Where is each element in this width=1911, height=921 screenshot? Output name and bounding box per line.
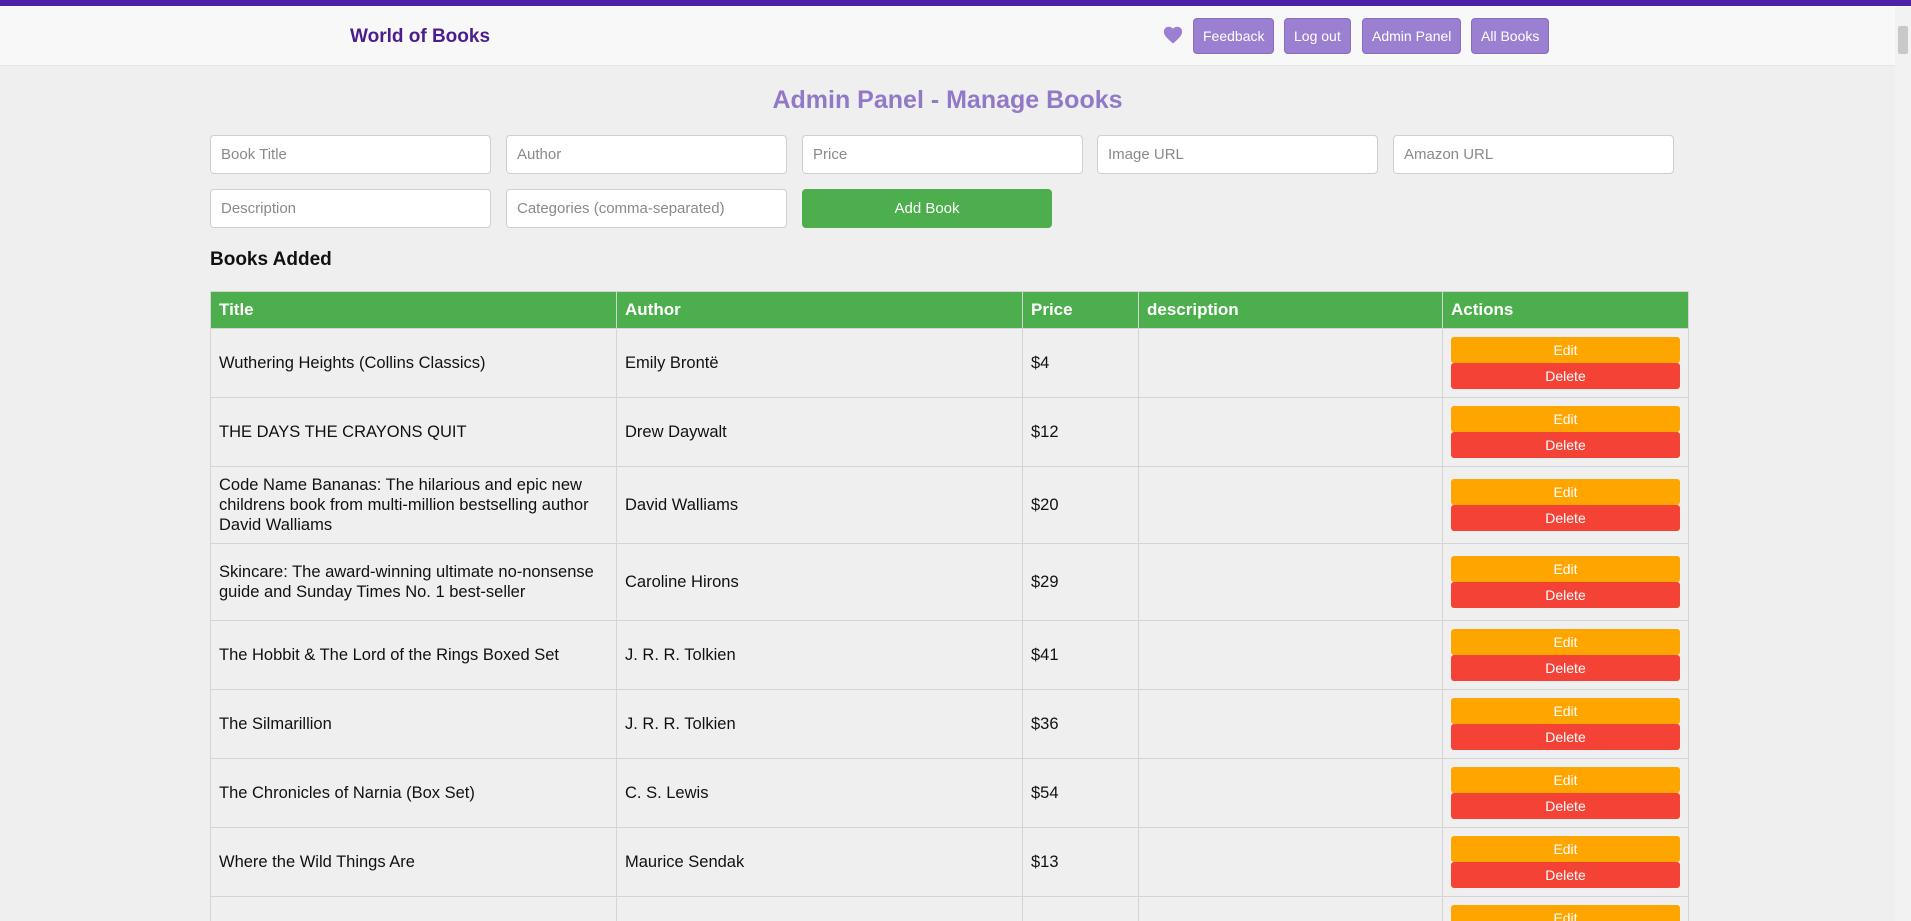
actions-cell: Edit Delete	[1442, 466, 1689, 544]
navbar: World of Books Feedback Log out Admin Pa…	[0, 6, 1895, 66]
book-price-cell: $29	[1022, 543, 1139, 621]
delete-button[interactable]: Delete	[1451, 432, 1680, 458]
delete-button[interactable]: Delete	[1451, 655, 1680, 681]
book-price-cell: $41	[1022, 620, 1139, 690]
book-author-cell: Maurice Sendak	[616, 827, 1023, 897]
edit-button[interactable]: Edit	[1451, 406, 1680, 432]
column-header-price: Price	[1022, 291, 1139, 329]
amazon-url-input[interactable]	[1393, 135, 1674, 174]
book-description-cell	[1138, 620, 1443, 690]
book-title-cell: The Chronicles of Narnia (Box Set)	[210, 758, 617, 828]
table-row: The Hobbit & The Lord of the Rings Boxed…	[210, 620, 1689, 690]
table-row: Edit Delete	[210, 896, 1689, 921]
scrollbar[interactable]	[1895, 6, 1911, 921]
books-section-title: Books Added	[210, 249, 332, 270]
table-row: Code Name Bananas: The hilarious and epi…	[210, 466, 1689, 544]
book-author-cell: David Walliams	[616, 466, 1023, 544]
delete-button[interactable]: Delete	[1451, 862, 1680, 888]
book-title-cell: The Hobbit & The Lord of the Rings Boxed…	[210, 620, 617, 690]
edit-button[interactable]: Edit	[1451, 479, 1680, 505]
book-title-cell: The Silmarillion	[210, 689, 617, 759]
book-author-cell: C. S. Lewis	[616, 758, 1023, 828]
book-title-cell: THE DAYS THE CRAYONS QUIT	[210, 397, 617, 467]
edit-button[interactable]: Edit	[1451, 337, 1680, 363]
actions-cell: Edit Delete	[1442, 827, 1689, 897]
actions-cell: Edit Delete	[1442, 543, 1689, 621]
add-book-button[interactable]: Add Book	[802, 189, 1052, 228]
book-description-cell	[1138, 758, 1443, 828]
edit-button[interactable]: Edit	[1451, 556, 1680, 582]
delete-button[interactable]: Delete	[1451, 582, 1680, 608]
edit-button[interactable]: Edit	[1451, 905, 1680, 921]
scrollbar-thumb[interactable]	[1898, 26, 1908, 54]
books-table: Title Author Price description Actions W…	[210, 291, 1689, 921]
book-price-cell: $36	[1022, 689, 1139, 759]
table-row: Skincare: The award-winning ultimate no-…	[210, 543, 1689, 621]
book-title-input[interactable]	[210, 135, 491, 174]
edit-button[interactable]: Edit	[1451, 836, 1680, 862]
book-author-cell: Emily Brontë	[616, 328, 1023, 398]
delete-button[interactable]: Delete	[1451, 505, 1680, 531]
book-description-cell	[1138, 689, 1443, 759]
book-author-cell: Caroline Hirons	[616, 543, 1023, 621]
delete-button[interactable]: Delete	[1451, 363, 1680, 389]
book-description-cell	[1138, 397, 1443, 467]
brand-logo[interactable]: World of Books	[350, 26, 490, 48]
book-author-cell: Drew Daywalt	[616, 397, 1023, 467]
book-price-cell	[1022, 896, 1139, 921]
table-header-row: Title Author Price description Actions	[210, 291, 1689, 329]
book-title-cell: Code Name Bananas: The hilarious and epi…	[210, 466, 617, 544]
book-price-cell: $13	[1022, 827, 1139, 897]
book-author-cell: J. R. R. Tolkien	[616, 620, 1023, 690]
table-row: Wuthering Heights (Collins Classics) Emi…	[210, 328, 1689, 398]
book-price-cell: $20	[1022, 466, 1139, 544]
table-row: Where the Wild Things Are Maurice Sendak…	[210, 827, 1689, 897]
edit-button[interactable]: Edit	[1451, 629, 1680, 655]
table-row: THE DAYS THE CRAYONS QUIT Drew Daywalt $…	[210, 397, 1689, 467]
book-description-cell	[1138, 328, 1443, 398]
price-input[interactable]	[802, 135, 1083, 174]
column-header-author: Author	[616, 291, 1023, 329]
edit-button[interactable]: Edit	[1451, 698, 1680, 724]
categories-input[interactable]	[506, 189, 787, 228]
description-input[interactable]	[210, 189, 491, 228]
book-price-cell: $54	[1022, 758, 1139, 828]
book-description-cell	[1138, 896, 1443, 921]
logout-button[interactable]: Log out	[1284, 18, 1351, 54]
column-header-description: description	[1138, 291, 1443, 329]
actions-cell: Edit Delete	[1442, 896, 1689, 921]
heart-icon[interactable]	[1162, 24, 1184, 46]
book-price-cell: $12	[1022, 397, 1139, 467]
all-books-button[interactable]: All Books	[1471, 18, 1550, 54]
page-title: Admin Panel - Manage Books	[772, 86, 1123, 114]
image-url-input[interactable]	[1097, 135, 1378, 174]
delete-button[interactable]: Delete	[1451, 724, 1680, 750]
book-title-cell	[210, 896, 617, 921]
delete-button[interactable]: Delete	[1451, 793, 1680, 819]
column-header-actions: Actions	[1442, 291, 1689, 329]
actions-cell: Edit Delete	[1442, 397, 1689, 467]
table-row: The Silmarillion J. R. R. Tolkien $36 Ed…	[210, 689, 1689, 759]
book-price-cell: $4	[1022, 328, 1139, 398]
edit-button[interactable]: Edit	[1451, 767, 1680, 793]
book-author-cell: J. R. R. Tolkien	[616, 689, 1023, 759]
table-row: The Chronicles of Narnia (Box Set) C. S.…	[210, 758, 1689, 828]
book-title-cell: Wuthering Heights (Collins Classics)	[210, 328, 617, 398]
actions-cell: Edit Delete	[1442, 328, 1689, 398]
book-description-cell	[1138, 466, 1443, 544]
admin-panel-button[interactable]: Admin Panel	[1362, 18, 1462, 54]
book-title-cell: Where the Wild Things Are	[210, 827, 617, 897]
book-description-cell	[1138, 827, 1443, 897]
actions-cell: Edit Delete	[1442, 758, 1689, 828]
book-title-cell: Skincare: The award-winning ultimate no-…	[210, 543, 617, 621]
author-input[interactable]	[506, 135, 787, 174]
book-author-cell	[616, 896, 1023, 921]
actions-cell: Edit Delete	[1442, 689, 1689, 759]
actions-cell: Edit Delete	[1442, 620, 1689, 690]
book-description-cell	[1138, 543, 1443, 621]
column-header-title: Title	[210, 291, 617, 329]
feedback-button[interactable]: Feedback	[1193, 18, 1275, 54]
